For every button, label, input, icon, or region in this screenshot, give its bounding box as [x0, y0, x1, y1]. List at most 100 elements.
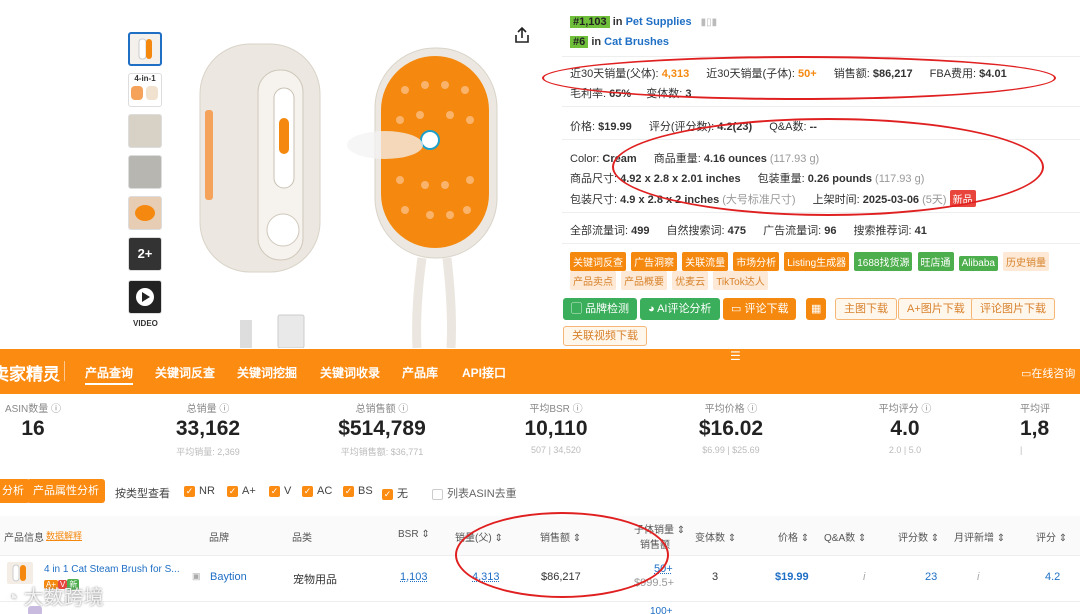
- review-image-download-button[interactable]: 评论图片下载: [971, 298, 1055, 320]
- annotation-circle-table: [455, 512, 669, 598]
- dedupe-label: 列表ASIN去重: [447, 488, 517, 500]
- annotation-circle-sales: [542, 56, 1056, 100]
- tool-selling-points[interactable]: 产品卖点: [570, 271, 616, 290]
- filter-none-checkbox[interactable]: ✓ 无: [382, 485, 408, 501]
- col-reviews[interactable]: 评分数 ⇕: [898, 529, 939, 544]
- all-traffic-label: 全部流量词:: [570, 225, 629, 237]
- rank-category-link[interactable]: Pet Supplies: [626, 16, 692, 28]
- ad-traffic-label: 广告流量词:: [763, 225, 822, 237]
- stat-value: 16: [21, 417, 45, 440]
- filter-v-checkbox[interactable]: ✓ V: [269, 485, 291, 497]
- thumbnail-video[interactable]: [128, 280, 162, 314]
- attribute-analysis-button[interactable]: 产品属性分析: [27, 479, 105, 503]
- rank-in: in: [612, 16, 623, 28]
- nav-api[interactable]: API接口: [462, 364, 506, 381]
- col-variants[interactable]: 变体数 ⇕: [695, 529, 736, 544]
- tool-youmaiyun[interactable]: 优麦云: [672, 271, 709, 290]
- pkg-dims-label: 包装尺寸:: [570, 194, 618, 206]
- thumbnail-5[interactable]: [128, 196, 162, 230]
- rank2-number: #6: [570, 36, 589, 48]
- filter-none-label: 无: [397, 488, 408, 500]
- col-brand: 品牌: [209, 533, 229, 544]
- price-label: 价格:: [570, 121, 596, 133]
- col-price[interactable]: 价格 ⇕: [778, 529, 809, 544]
- collapse-handle-icon[interactable]: ☰: [730, 349, 741, 363]
- filter-ac-checkbox[interactable]: ✓ AC: [302, 485, 332, 497]
- stat-value: $16.02: [698, 417, 764, 440]
- row-bsr[interactable]: 1,103: [400, 571, 428, 583]
- product-image[interactable]: [185, 30, 525, 349]
- nav-product-query[interactable]: 产品查询: [85, 364, 134, 385]
- ai-review-label: AI评论分析: [657, 303, 712, 315]
- rank-primary: #1,103 in Pet Supplies ▮▯▮: [570, 16, 717, 28]
- tool-keyword-reverse[interactable]: 关键词反查: [570, 252, 626, 271]
- row-brand-link[interactable]: Baytion: [210, 571, 247, 583]
- online-consult-button[interactable]: ▭在线咨询: [1021, 365, 1075, 381]
- plugin-logo: 卖家精灵: [0, 365, 60, 384]
- col-rating[interactable]: 评分 ⇕: [1036, 529, 1067, 544]
- video-download-button[interactable]: 关联视频下载: [563, 326, 647, 346]
- nav-keyword-reverse[interactable]: 关键词反查: [155, 364, 215, 381]
- filter-aplus-checkbox[interactable]: ✓ A+: [227, 485, 256, 497]
- thumbnail-3[interactable]: [128, 114, 162, 148]
- row-price: $19.99: [775, 571, 809, 583]
- suggest-value: 41: [914, 225, 927, 237]
- stat-label: 总销售额: [355, 404, 396, 415]
- stat-total-sales: 总销量 ⓘ 33,162 平均销量: 2,369: [148, 400, 268, 458]
- stat-value: 4.0: [890, 417, 920, 440]
- brand-icon: ▣: [192, 571, 201, 581]
- plugin-nav-bar: 卖家精灵 产品查询 关键词反查 关键词挖掘 关键词收录 产品库 API接口 ☰ …: [0, 349, 1080, 394]
- tool-market-analysis[interactable]: 市场分析: [733, 252, 780, 271]
- aplus-image-download-button[interactable]: A+图片下载: [898, 298, 974, 320]
- thumbnail-1[interactable]: [128, 32, 162, 66]
- nav-keyword-mining[interactable]: 关键词挖掘: [237, 364, 297, 381]
- nav-product-db[interactable]: 产品库: [402, 364, 438, 381]
- stat-value: 1,8: [1020, 417, 1050, 440]
- col-category: 品类: [292, 533, 312, 544]
- nav-keyword-index[interactable]: 关键词收录: [320, 364, 380, 381]
- thumbnail-more[interactable]: 2+: [128, 237, 162, 271]
- chart-icon[interactable]: ▮▯▮: [701, 17, 718, 28]
- thumbnail-4[interactable]: [128, 155, 162, 189]
- tools-row-2: 产品卖点 产品概要 优麦云 TikTok达人: [570, 271, 770, 290]
- tool-1688[interactable]: 1688找货源: [854, 252, 913, 271]
- col-qa[interactable]: Q&A数 ⇕: [824, 529, 866, 544]
- col-monthly-new-label: 月评新增: [954, 533, 994, 544]
- col-bsr[interactable]: BSR ⇕: [398, 529, 430, 540]
- stat-label: 总销量: [186, 404, 217, 415]
- view-by-type-label: 按类型查看: [115, 488, 170, 500]
- tool-alibaba[interactable]: Alibaba: [958, 256, 998, 271]
- watermark-text: 大数跨境: [23, 587, 104, 609]
- review-download-label: 评论下载: [744, 303, 789, 315]
- row-variants: 3: [712, 571, 719, 583]
- tool-ad-insight[interactable]: 广告洞察: [631, 252, 678, 271]
- stat-value: 33,162: [175, 417, 241, 440]
- row-rating[interactable]: 4.2: [1045, 571, 1060, 583]
- filter-bs-checkbox[interactable]: ✓ BS: [343, 485, 373, 497]
- calculator-icon[interactable]: ▦: [806, 298, 827, 320]
- stat-total-revenue: 总销售额 ⓘ $514,789 平均销售额: $36,771: [322, 400, 442, 458]
- data-explain-link[interactable]: 数据解释: [46, 529, 82, 542]
- tool-history-sales[interactable]: 历史销量: [1003, 252, 1050, 271]
- ai-review-button[interactable]: ◕ AI评论分析: [640, 298, 720, 320]
- tool-related-traffic[interactable]: 关联流量: [682, 252, 729, 271]
- tool-tiktok[interactable]: TikTok达人: [713, 271, 768, 290]
- row-title-link[interactable]: 4 in 1 Cat Steam Brush for S...: [44, 564, 180, 575]
- tool-wangdiantong[interactable]: 旺店通: [917, 252, 954, 271]
- main-image-download-button[interactable]: 主图下载: [835, 298, 897, 320]
- filter-v-label: V: [284, 485, 292, 497]
- rank-number: #1,103: [570, 16, 610, 28]
- review-download-button[interactable]: ▭ 评论下载: [723, 298, 797, 320]
- thumbnail-2[interactable]: 4-in-1: [128, 73, 162, 107]
- col-monthly-new[interactable]: 月评新增 ⇕: [954, 529, 1005, 544]
- row-reviews[interactable]: 23: [925, 571, 937, 583]
- filter-nr-checkbox[interactable]: ✓ NR: [184, 485, 215, 497]
- brand-check-button[interactable]: ▢ 品牌检测: [563, 298, 638, 320]
- stat-value: 10,110: [524, 417, 588, 440]
- dedupe-checkbox[interactable]: 列表ASIN去重: [432, 485, 517, 501]
- analysis-button[interactable]: 分析: [0, 479, 30, 503]
- tool-summary[interactable]: 产品概要: [621, 271, 668, 290]
- tool-listing-generator[interactable]: Listing生成器: [784, 252, 850, 271]
- rank2-category-link[interactable]: Cat Brushes: [604, 36, 669, 48]
- col-price-label: 价格: [778, 533, 798, 544]
